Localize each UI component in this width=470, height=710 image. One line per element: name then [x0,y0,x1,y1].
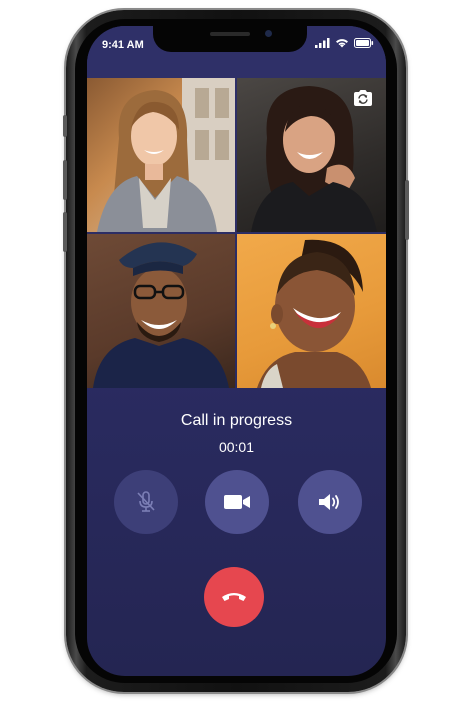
participant-1-image [97,78,235,232]
video-toggle-button[interactable] [205,470,269,534]
call-duration: 00:01 [218,439,255,455]
front-camera [265,30,272,37]
cellular-signal-icon [315,38,330,48]
status-bar: 9:41 AM [87,26,386,78]
mute-button[interactable] [114,470,178,534]
call-screen: 9:41 AM Call in progress 00:01 [87,26,386,676]
video-grid [87,78,386,388]
phone-hangup-icon [222,593,246,601]
call-status: Call in progress [180,412,293,429]
wifi-icon [336,39,348,48]
silent-switch [63,115,67,137]
end-call-button[interactable] [204,567,264,627]
participant-4-image [257,239,371,388]
participant-video-2[interactable] [237,78,386,232]
participant-3-image [93,242,229,388]
notch [153,26,307,52]
microphone-off-icon [137,491,155,512]
video-camera-icon [224,495,250,509]
participant-video-1[interactable] [87,78,235,232]
home-indicator [187,664,287,668]
participant-video-3[interactable] [87,234,235,388]
power-button [405,180,409,240]
earpiece [210,32,250,36]
battery-icon [354,38,374,48]
camera-switch-icon[interactable] [352,89,374,107]
status-time: 9:41 AM [102,39,144,51]
speaker-button[interactable] [298,470,362,534]
volume-up-button [63,160,67,200]
volume-down-button [63,212,67,252]
participant-video-4[interactable] [237,234,386,388]
status-icons [315,38,374,48]
speaker-volume-icon [319,494,339,510]
